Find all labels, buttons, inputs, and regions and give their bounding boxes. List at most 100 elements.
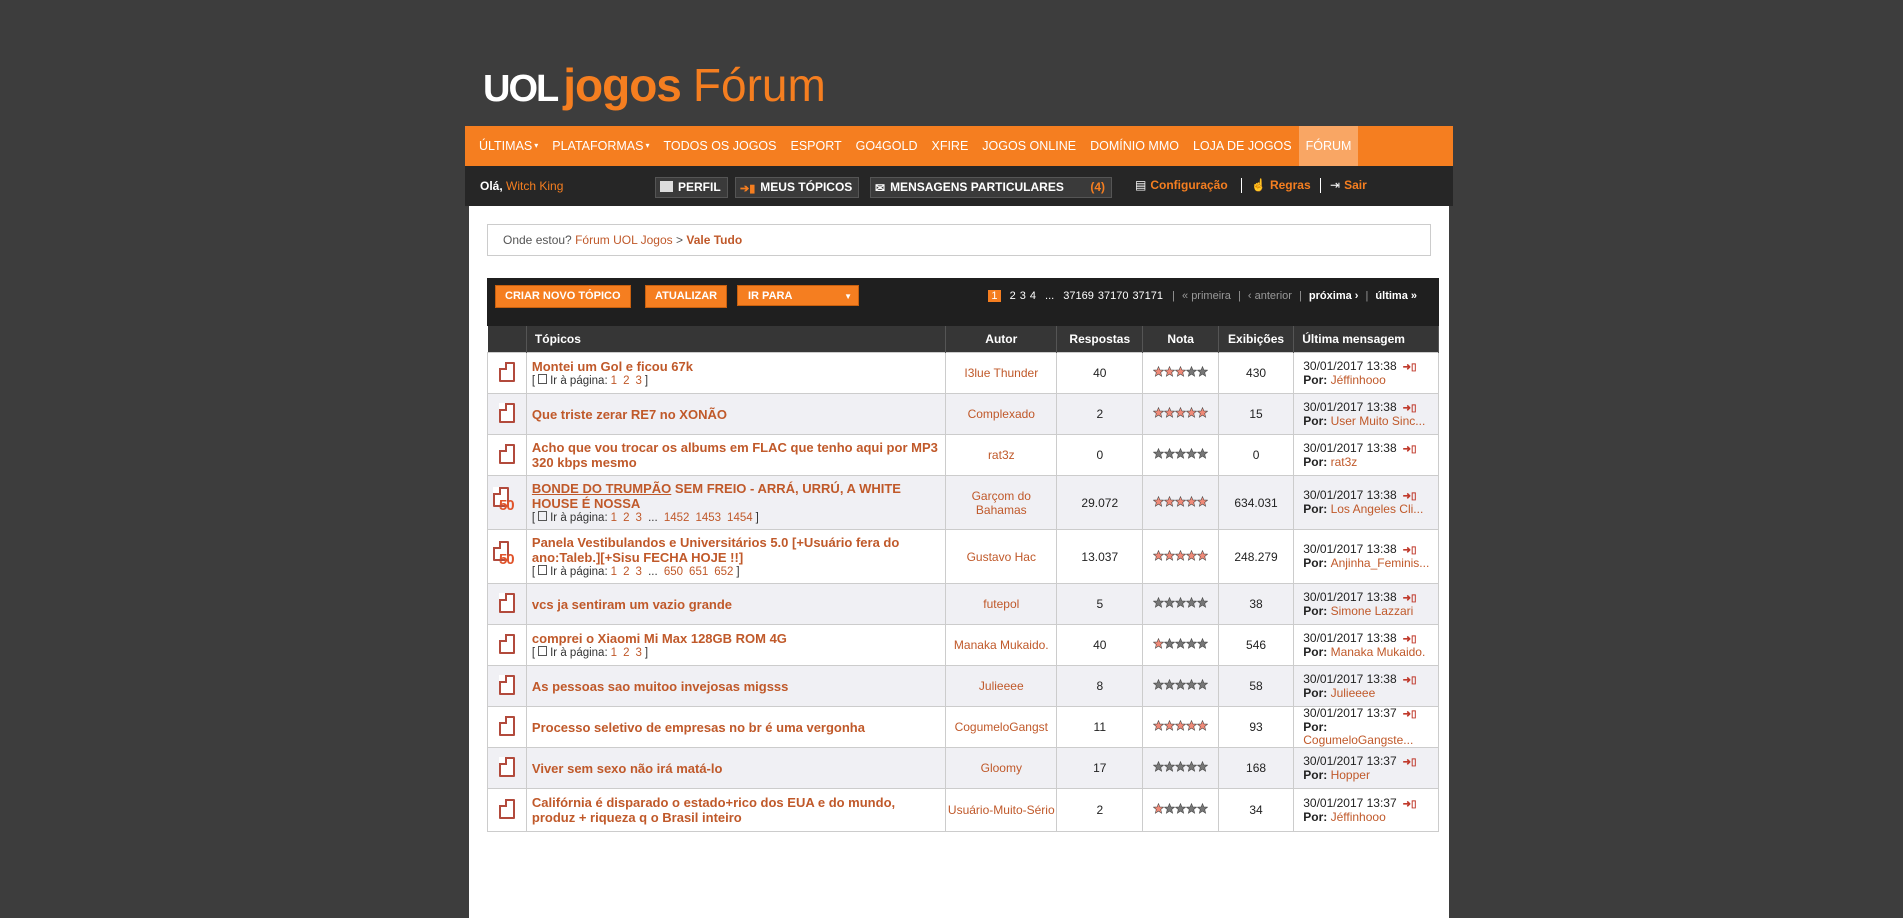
star-filled-icon[interactable]: [1186, 495, 1198, 507]
go-arrow-icon[interactable]: ➜▯: [1403, 443, 1417, 456]
last-poster-link[interactable]: Anjinha_Feminis...: [1331, 556, 1430, 570]
nav-item-todos-os-jogos[interactable]: TODOS OS JOGOS: [657, 126, 784, 166]
star-empty-icon[interactable]: [1175, 638, 1187, 649]
my-topics-button[interactable]: ➔▮ MEUS TÓPICOS: [735, 177, 860, 198]
page-link[interactable]: 4: [1030, 290, 1036, 302]
star-filled-icon[interactable]: [1164, 366, 1176, 377]
go-arrow-icon[interactable]: ➜▯: [1403, 708, 1417, 721]
nav-item-últimas[interactable]: ÚLTIMAS ▾: [472, 126, 545, 166]
rules-link[interactable]: ☝ Regras: [1251, 178, 1311, 192]
star-empty-icon[interactable]: [1175, 448, 1187, 459]
star-empty-icon[interactable]: [1197, 448, 1209, 459]
logout-link[interactable]: ⇥ Sair: [1330, 178, 1367, 192]
star-empty-icon[interactable]: [1153, 679, 1165, 690]
star-filled-icon[interactable]: [1175, 495, 1187, 507]
last-poster-link[interactable]: Julieeee: [1331, 686, 1376, 700]
star-empty-icon[interactable]: [1153, 597, 1165, 608]
go-arrow-icon[interactable]: ➜▯: [1403, 756, 1417, 769]
topic-title-link[interactable]: Califórnia é disparado o estado+rico dos…: [532, 795, 941, 825]
topic-page-link[interactable]: 2: [623, 566, 629, 578]
last-poster-link[interactable]: Manaka Mukaido.: [1331, 645, 1426, 659]
star-empty-icon[interactable]: [1186, 597, 1198, 608]
topic-title-link[interactable]: vcs ja sentiram um vazio grande: [532, 597, 941, 612]
last-poster-link[interactable]: Los Angeles Cli...: [1331, 502, 1424, 516]
star-filled-icon[interactable]: [1164, 495, 1176, 507]
col-topics[interactable]: Tópicos: [526, 326, 947, 353]
star-empty-icon[interactable]: [1186, 448, 1198, 459]
last-poster-link[interactable]: rat3z: [1331, 455, 1358, 469]
author-cell[interactable]: Gustavo Hac: [945, 529, 1058, 584]
star-filled-icon[interactable]: [1153, 495, 1165, 507]
nav-item-xfire[interactable]: XFIRE: [924, 126, 975, 166]
star-empty-icon[interactable]: [1164, 448, 1176, 459]
private-messages-button[interactable]: ✉ MENSAGENS PARTICULARES (4): [870, 177, 1112, 198]
star-filled-icon[interactable]: [1186, 720, 1198, 731]
page-link[interactable]: 37169: [1063, 290, 1094, 302]
star-filled-icon[interactable]: [1175, 720, 1187, 731]
table-row[interactable]: 50 Panela Vestibulandos e Universitários …: [487, 529, 1439, 584]
star-filled-icon[interactable]: [1197, 720, 1209, 731]
nav-item-plataformas[interactable]: PLATAFORMAS ▾: [545, 126, 656, 166]
star-empty-icon[interactable]: [1175, 803, 1187, 814]
star-empty-icon[interactable]: [1197, 761, 1209, 772]
topic-page-link[interactable]: 652: [714, 566, 733, 578]
star-filled-icon[interactable]: [1175, 407, 1187, 418]
page-link[interactable]: 37171: [1132, 290, 1163, 302]
topic-title-link[interactable]: Montei um Gol e ficou 67k: [532, 359, 941, 374]
table-row[interactable]: Acho que vou trocar os albums em FLAC qu…: [487, 434, 1439, 476]
last-poster-link[interactable]: Hopper: [1331, 768, 1370, 782]
topic-page-link[interactable]: 2: [623, 647, 629, 659]
refresh-button[interactable]: ATUALIZAR: [645, 285, 728, 308]
nav-item-esport[interactable]: ESPORT: [783, 126, 848, 166]
topic-page-link[interactable]: 1453: [695, 512, 721, 524]
nav-item-loja-de-jogos[interactable]: LOJA DE JOGOS: [1186, 126, 1299, 166]
go-arrow-icon[interactable]: ➜▯: [1403, 361, 1417, 374]
star-empty-icon[interactable]: [1175, 679, 1187, 690]
star-filled-icon[interactable]: [1153, 720, 1165, 731]
topic-title-link[interactable]: As pessoas sao muitoo invejosas migsss: [532, 679, 941, 694]
topic-title-link[interactable]: Viver sem sexo não irá matá-lo: [532, 761, 941, 776]
author-cell[interactable]: rat3z: [945, 434, 1058, 476]
topic-page-link[interactable]: 3: [635, 647, 641, 659]
topic-page-link[interactable]: 1: [611, 566, 617, 578]
star-empty-icon[interactable]: [1186, 679, 1198, 690]
topic-page-link[interactable]: 3: [635, 375, 641, 387]
star-empty-icon[interactable]: [1164, 597, 1176, 608]
star-empty-icon[interactable]: [1153, 761, 1165, 772]
last-poster-link[interactable]: User Muito Sinc...: [1331, 414, 1426, 428]
star-empty-icon[interactable]: [1186, 366, 1198, 377]
author-cell[interactable]: Manaka Mukaido.: [945, 624, 1058, 666]
star-empty-icon[interactable]: [1153, 448, 1165, 459]
profile-button[interactable]: PERFIL: [655, 177, 728, 198]
star-filled-icon[interactable]: [1197, 407, 1209, 418]
nav-item-fórum[interactable]: FÓRUM: [1298, 126, 1359, 166]
author-cell[interactable]: Usuário-Muito-Sério: [945, 788, 1058, 832]
star-filled-icon[interactable]: [1164, 549, 1176, 561]
topic-title-link[interactable]: Panela Vestibulandos e Universitários 5.…: [532, 535, 941, 565]
page-link[interactable]: 2: [1010, 290, 1016, 302]
topic-title-link[interactable]: Processo seletivo de empresas no br é um…: [532, 720, 941, 735]
nav-item-go4gold[interactable]: GO4GOLD: [849, 126, 925, 166]
author-cell[interactable]: Complexado: [945, 393, 1058, 435]
topic-page-link[interactable]: 1: [611, 512, 617, 524]
table-row[interactable]: Que triste zerar RE7 no XONÃO Complexado 2…: [487, 393, 1439, 435]
author-cell[interactable]: I3lue Thunder: [945, 352, 1058, 394]
new-topic-button[interactable]: CRIAR NOVO TÓPICO: [495, 285, 631, 308]
star-empty-icon[interactable]: [1164, 803, 1176, 814]
star-empty-icon[interactable]: [1197, 366, 1209, 377]
topic-title-link[interactable]: Que triste zerar RE7 no XONÃO: [532, 407, 941, 422]
col-views[interactable]: Exibições: [1218, 326, 1295, 353]
nav-item-domínio-mmo[interactable]: DOMÍNIO MMO: [1083, 126, 1186, 166]
table-row[interactable]: Califórnia é disparado o estado+rico dos…: [487, 788, 1439, 832]
page-link[interactable]: 3: [1020, 290, 1026, 302]
last-poster-link[interactable]: Jéffinhooo: [1331, 810, 1386, 824]
topic-title-underlined[interactable]: BONDE DO TRUMPÃO: [532, 481, 671, 496]
star-filled-icon[interactable]: [1197, 495, 1209, 507]
author-cell[interactable]: Julieeee: [945, 665, 1058, 707]
first-page-link[interactable]: « primeira: [1182, 290, 1231, 302]
topic-page-link[interactable]: 3: [635, 566, 641, 578]
table-row[interactable]: vcs ja sentiram um vazio grande futepol 5 3…: [487, 583, 1439, 625]
col-last-message[interactable]: Última mensagem: [1293, 326, 1439, 353]
site-logo[interactable]: UOL jogos Fórum: [483, 58, 826, 112]
settings-link[interactable]: ▤ Configuração: [1135, 178, 1228, 192]
